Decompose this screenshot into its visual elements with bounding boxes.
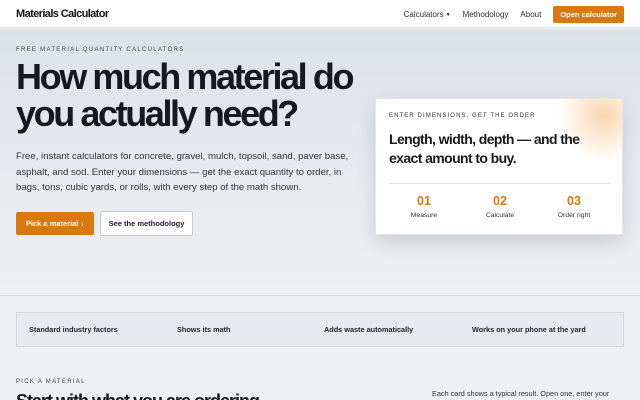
section-note: Each card shows a typical result. Open o… [432, 389, 610, 398]
hero-subtitle: Free, instant calculators for concrete, … [16, 151, 349, 193]
top-nav: Materials Calculator Calculators ▼ Metho… [0, 0, 640, 28]
card-divider [389, 183, 610, 184]
feature-item: Works on your phone at the yard [472, 325, 586, 334]
hero-eyebrow: FREE MATERIAL QUANTITY CALCULATORS [16, 47, 185, 53]
feature-strip: Standard industry factors Shows its math… [16, 312, 624, 347]
see-methodology-button[interactable]: See the methodology [100, 211, 193, 236]
nav-link-calculators[interactable]: Calculators ▼ [404, 10, 451, 19]
step-number: 02 [493, 194, 507, 208]
brand-logo[interactable]: Materials Calculator [16, 8, 109, 20]
card-title: Length, width, depth — and the exact amo… [389, 131, 580, 166]
feature-item: Shows its math [177, 325, 231, 334]
step-label: Calculate [485, 212, 515, 219]
step-order-right: 03 Order right [544, 194, 604, 219]
caret-down-icon: ▼ [445, 11, 451, 18]
step-calculate: 02 Calculate [470, 194, 530, 219]
nav-links: Calculators ▼ Methodology About Open cal… [404, 6, 624, 23]
section-title: Start with what you are ordering [16, 391, 260, 400]
step-label: Order right [557, 212, 591, 219]
pick-material-button[interactable]: Pick a material ↓ [16, 212, 94, 235]
step-number: 03 [567, 194, 581, 208]
nav-link-methodology[interactable]: Methodology [463, 10, 509, 19]
feature-item: Standard industry factors [29, 325, 118, 334]
step-number: 01 [417, 194, 431, 208]
hero-title: How much material do you actually need? [16, 56, 354, 134]
nav-link-about[interactable]: About [520, 10, 541, 19]
nav-link-label: Calculators [403, 10, 444, 19]
feature-item: Adds waste automatically [324, 325, 414, 334]
step-label: Measure [410, 212, 438, 219]
section-eyebrow: PICK A MATERIAL [16, 379, 86, 385]
open-calculator-button[interactable]: Open calculator [553, 6, 624, 23]
step-measure: 01 Measure [394, 194, 454, 219]
card-eyebrow: ENTER DIMENSIONS, GET THE ORDER [389, 113, 536, 119]
how-it-works-card: ENTER DIMENSIONS, GET THE ORDER Length, … [375, 98, 623, 235]
